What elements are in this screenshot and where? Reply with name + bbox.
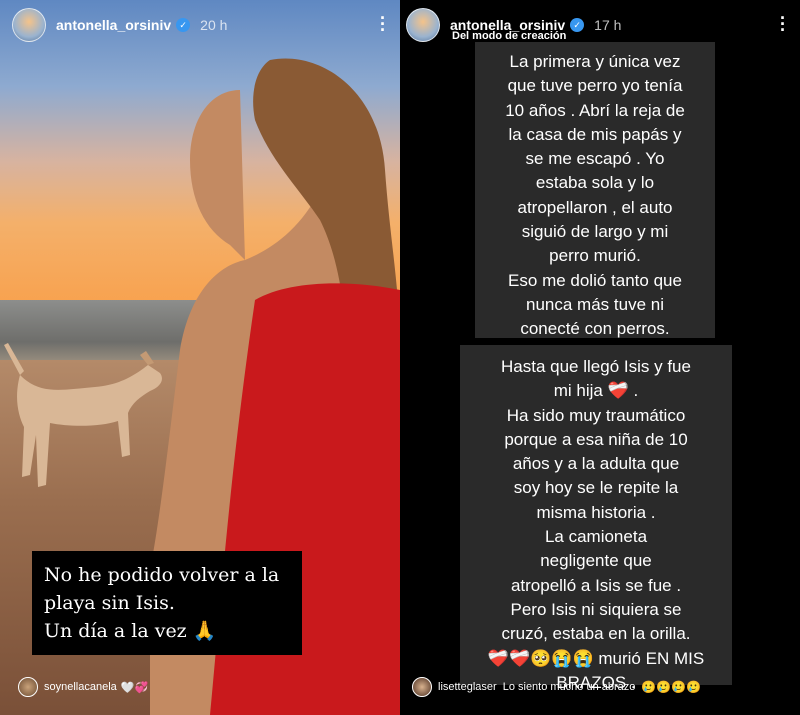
reply-emojis: 🥲🥲🥲🥲 [641,680,702,694]
text-line: perro murió. [549,246,641,266]
verified-badge-icon: ✓ [570,18,585,32]
story-time: 20 h [200,17,228,33]
text-line: conecté con perros. [520,319,670,339]
story-caption: No he podido volver a la playa sin Isis.… [32,551,302,655]
text-line: que tuve perro yo tenía [507,76,683,96]
text-line: Pero Isis ni siquiera se [510,599,682,619]
text-line: Hasta que llegó Isis y fue [501,357,691,376]
story-reply: soynellacanela 🤍💞 [0,674,400,700]
text-line: La primera y única vez [509,52,681,71]
text-line: la casa de mis papás y [508,124,682,144]
caption-line: No he podido volver a la [44,564,280,586]
more-options-icon[interactable]: · · · [780,9,786,39]
story-reply: lisetteglaser Lo siento mucho un abrazo … [400,674,800,700]
reply-username[interactable]: soynellacanela [44,681,117,693]
right-story-panel[interactable]: antonella_orsiniv ✓ 17 h · · · Del modo de… [400,0,800,715]
text-line: ❤️‍🩹❤️‍🩹🥺😭😭 murió EN MIS [487,648,705,668]
more-options-icon[interactable]: · · · [380,9,386,39]
text-line: misma historia . [536,502,656,522]
text-line: cruzó, estaba en la orilla. [501,624,691,644]
text-line: porque a esa niña de 10 [504,429,688,449]
text-line: Eso me dolió tanto que [508,270,682,290]
text-line: estaba sola y lo [535,173,655,193]
caption-line: Un día a la vez 🙏 [44,620,217,642]
story-subtitle: Del modo de creación [452,30,567,42]
text-line: soy hoy se le repite la [513,478,679,498]
dog-illustration [4,343,162,487]
reply-username[interactable]: lisetteglaser [438,681,497,693]
text-line: siguió de largo y mi [521,222,669,242]
profile-avatar[interactable] [12,8,46,42]
reply-avatar[interactable] [18,677,38,697]
story-header: antonella_orsiniv ✓ 20 h [0,0,400,50]
reply-emojis: 🤍💞 [120,681,149,694]
text-line: atropelló a Isis se fue . [510,575,682,595]
text-line: mi hija ❤️‍🩹 . [553,381,639,401]
story-comparison: antonella_orsiniv ✓ 20 h · · · No he podid… [0,0,800,715]
story-time: 17 h [594,17,622,33]
profile-avatar[interactable] [406,8,440,42]
reply-avatar[interactable] [412,677,432,697]
text-line: nunca más tuve ni [526,294,664,314]
text-line: Ha sido muy traumático [506,405,686,425]
verified-badge-icon: ✓ [176,18,191,32]
story-text-block-1: La primera y única vez que tuve perro yo… [475,42,715,338]
story-text-block-2: Hasta que llegó Isis y fue mi hija ❤️‍🩹 … [460,345,732,692]
text-line: 10 años . Abrí la reja de [505,100,685,120]
text-line: años y a la adulta que [512,454,680,474]
text-line: negligente que [540,551,652,571]
reply-text: Lo siento mucho un abrazo [502,681,636,693]
caption-line: playa sin Isis. [44,592,175,614]
text-line: atropellaron , el auto [517,197,673,217]
story-username[interactable]: antonella_orsiniv [56,17,171,33]
left-story-panel[interactable]: antonella_orsiniv ✓ 20 h · · · No he podid… [0,0,400,715]
text-line: se me escapó . Yo [525,149,665,169]
text-line: La camioneta [544,527,648,547]
